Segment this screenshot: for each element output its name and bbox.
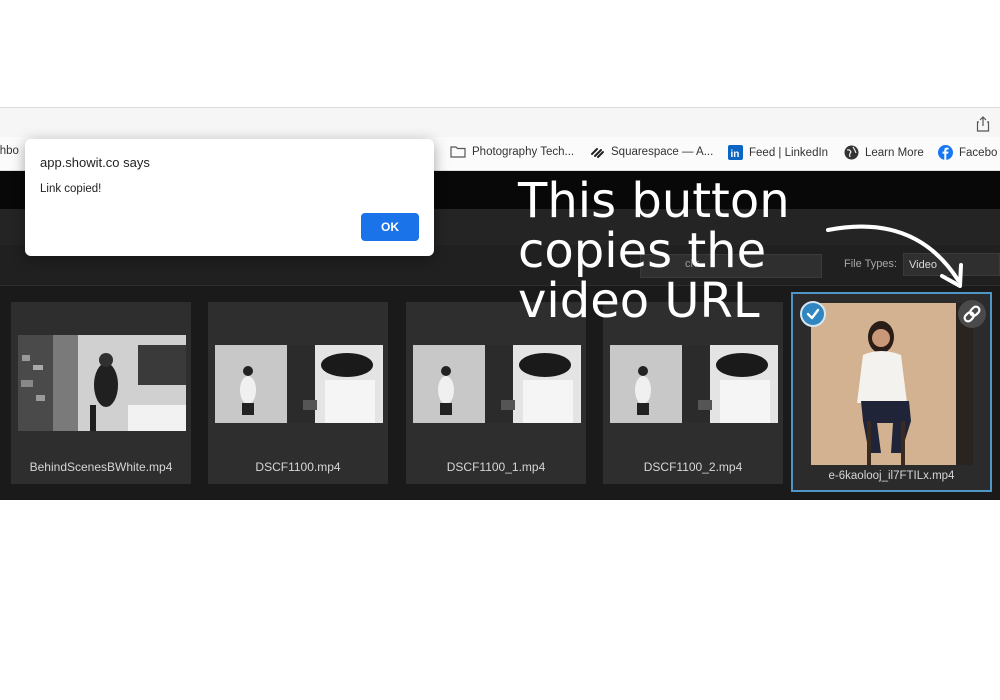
link-icon	[963, 305, 981, 323]
bookmark-label: Photography Tech...	[472, 145, 575, 158]
file-name: DSCF1100.mp4	[255, 460, 341, 474]
video-thumbnail	[215, 345, 383, 423]
dialog-message: Link copied!	[40, 183, 102, 195]
facebook-icon	[938, 145, 953, 160]
bookmark-label: Learn More	[865, 146, 924, 159]
bookmark-label: Facebo	[959, 146, 998, 159]
file-name: e-6kaolooj_il7FTILx.mp4	[828, 470, 955, 482]
bookmark-photography-tech[interactable]: Photography Tech...	[450, 145, 574, 158]
annotation-line: copies the	[518, 223, 767, 279]
copy-link-button[interactable]	[958, 300, 986, 328]
file-name: DSCF1100_1.mp4	[446, 460, 546, 474]
squarespace-icon	[591, 148, 604, 158]
annotation-arrow-icon	[826, 224, 963, 288]
video-thumbnail	[413, 345, 581, 423]
share-icon[interactable]	[976, 116, 990, 132]
video-thumbnail	[610, 345, 778, 423]
linkedin-icon: in	[728, 145, 743, 160]
ok-button[interactable]: OK	[361, 213, 419, 241]
svg-text:in: in	[731, 149, 740, 160]
bookmark-label: shbo	[0, 145, 19, 157]
annotation-line: This button	[518, 173, 790, 229]
file-name: DSCF1100_2.mp4	[643, 460, 743, 474]
bookmark-facebook[interactable]: Facebo	[938, 145, 997, 160]
annotation-text: This button copies the video URL	[518, 176, 838, 326]
bookmark-label: Squarespace — A...	[611, 146, 714, 158]
dialog-title: app.showit.co says	[40, 155, 150, 170]
media-tile[interactable]: DSCF1100_1.mp4	[406, 302, 586, 484]
bookmark-learn-more[interactable]: Learn More	[844, 145, 924, 160]
annotation-line: video URL	[518, 273, 760, 329]
bookmark-label: Feed | LinkedIn	[749, 146, 829, 159]
bookmark-squarespace[interactable]: Squarespace — A...	[590, 145, 713, 159]
browser-tab-strip	[0, 107, 1000, 138]
media-tile[interactable]: DSCF1100_2.mp4	[603, 302, 783, 484]
media-tile[interactable]: BehindScenesBWhite.mp4	[11, 302, 191, 484]
video-thumbnail	[811, 303, 973, 465]
alert-dialog: app.showit.co says Link copied! OK	[25, 139, 434, 256]
globe-icon	[844, 145, 859, 160]
folder-icon	[450, 146, 466, 158]
bookmark-linkedin[interactable]: in Feed | LinkedIn	[728, 145, 828, 160]
media-tile[interactable]: DSCF1100.mp4	[208, 302, 388, 484]
video-thumbnail	[18, 335, 186, 431]
bookmark-dashboard[interactable]: shbo	[0, 145, 19, 157]
file-name: BehindScenesBWhite.mp4	[29, 460, 173, 474]
